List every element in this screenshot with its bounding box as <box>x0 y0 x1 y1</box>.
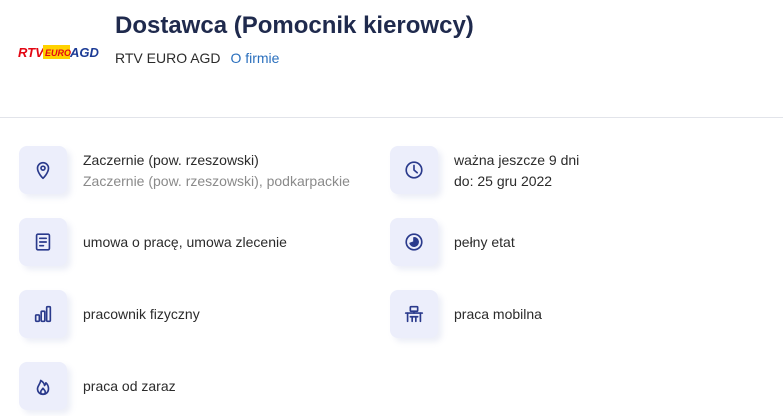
location-primary: Zaczernie (pow. rzeszowski) <box>83 152 259 168</box>
svg-text:AGD: AGD <box>69 45 100 60</box>
level-primary: pracownik fizyczny <box>83 306 200 322</box>
pie-chart-icon <box>390 218 438 266</box>
location-pin-icon <box>19 146 67 194</box>
company-line: RTV EURO AGD O firmie <box>115 50 279 66</box>
start-primary: praca od zaraz <box>83 378 176 394</box>
location-secondary: Zaczernie (pow. rzeszowski), podkarpacki… <box>83 173 350 189</box>
flame-icon <box>19 362 67 410</box>
mode-primary: praca mobilna <box>454 306 542 322</box>
worktime-primary: pełny etat <box>454 234 515 250</box>
clock-icon <box>390 146 438 194</box>
about-company-link[interactable]: O firmie <box>230 50 279 66</box>
svg-text:EURO: EURO <box>45 48 71 58</box>
job-header: RTV EURO AGD Dostawca (Pomocnik kierowcy… <box>0 0 783 118</box>
company-name: RTV EURO AGD <box>115 50 221 66</box>
svg-text:RTV: RTV <box>18 45 45 60</box>
bar-chart-icon <box>19 290 67 338</box>
validity-primary: ważna jeszcze 9 dni <box>454 152 580 168</box>
job-title: Dostawca (Pomocnik kierowcy) <box>115 12 474 39</box>
contract-primary: umowa o pracę, umowa zlecenie <box>83 234 287 250</box>
desk-icon <box>390 290 438 338</box>
validity-secondary: do: 25 gru 2022 <box>454 173 553 189</box>
document-icon <box>19 218 67 266</box>
divider <box>0 117 783 118</box>
company-logo[interactable]: RTV EURO AGD <box>18 44 100 60</box>
